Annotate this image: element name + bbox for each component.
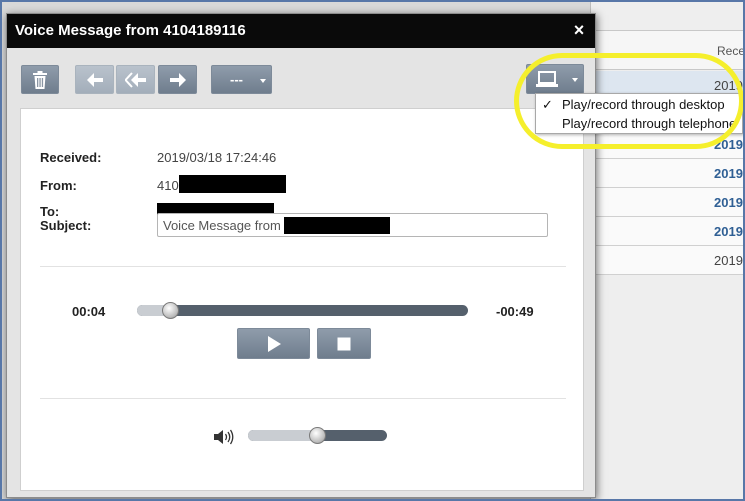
section-divider bbox=[40, 266, 566, 267]
menu-item-play-through-desktop[interactable]: ✓ Play/record through desktop bbox=[536, 95, 742, 114]
section-divider bbox=[40, 398, 566, 399]
more-actions-label: --- bbox=[230, 72, 243, 87]
volume-level-fill bbox=[248, 430, 318, 441]
received-label: Received: bbox=[40, 150, 102, 165]
close-button[interactable]: × bbox=[569, 20, 589, 40]
dialog-titlebar[interactable]: Voice Message from 4104189116 × bbox=[7, 14, 595, 48]
speaker-icon bbox=[214, 429, 234, 445]
message-list-panel: Rece 2019 2019 2019 2019 2019 2019/ bbox=[590, 0, 745, 501]
from-value: 410 bbox=[157, 178, 179, 193]
subject-value: Voice Message from bbox=[163, 218, 281, 233]
menu-item-label: Play/record through desktop bbox=[562, 97, 725, 112]
play-icon bbox=[267, 335, 281, 352]
trash-icon bbox=[33, 70, 47, 89]
list-row-date: 2019 bbox=[714, 78, 743, 93]
to-label: To: bbox=[40, 204, 60, 219]
audio-device-dropdown[interactable] bbox=[526, 64, 584, 94]
more-actions-dropdown[interactable]: --- bbox=[211, 65, 272, 94]
list-row[interactable]: 2019 bbox=[591, 130, 745, 159]
chevron-down-icon bbox=[572, 78, 578, 82]
delete-button[interactable] bbox=[21, 65, 59, 94]
checkmark-icon: ✓ bbox=[542, 97, 553, 112]
received-value: 2019/03/18 17:24:46 bbox=[157, 150, 277, 165]
reply-all-icon bbox=[124, 71, 146, 88]
list-row[interactable]: 2019 bbox=[591, 159, 745, 188]
list-row[interactable]: 2019/ bbox=[591, 246, 745, 275]
list-row-date: 2019 bbox=[714, 166, 743, 181]
audio-device-menu: ✓ Play/record through desktop Play/recor… bbox=[535, 93, 743, 134]
from-label: From: bbox=[40, 178, 77, 193]
received-column-header[interactable]: Rece bbox=[717, 44, 745, 58]
menu-item-play-through-telephone[interactable]: Play/record through telephone bbox=[536, 114, 742, 133]
reply-button[interactable] bbox=[75, 65, 114, 94]
list-row-date: 2019 bbox=[714, 224, 743, 239]
play-button[interactable] bbox=[237, 328, 310, 359]
computer-monitor-icon bbox=[536, 71, 558, 87]
list-row-date: 2019 bbox=[714, 195, 743, 210]
reply-icon bbox=[86, 72, 103, 87]
seek-slider-handle[interactable] bbox=[162, 302, 180, 319]
stop-button[interactable] bbox=[317, 328, 371, 359]
playback-seek-slider[interactable] bbox=[137, 305, 468, 316]
redaction-bar bbox=[284, 217, 390, 234]
subject-label: Subject: bbox=[40, 218, 92, 233]
forward-icon bbox=[169, 72, 186, 87]
remaining-time: -00:49 bbox=[496, 304, 534, 319]
redaction-bar bbox=[179, 175, 286, 193]
chevron-down-icon bbox=[260, 79, 266, 83]
voice-message-dialog: Voice Message from 4104189116 × --- Rece… bbox=[6, 13, 596, 498]
list-row[interactable]: 2019 bbox=[591, 188, 745, 217]
subject-field[interactable]: Voice Message from bbox=[157, 213, 548, 237]
list-header: Rece bbox=[591, 30, 745, 70]
list-row-date: 2019/ bbox=[714, 253, 745, 268]
stop-icon bbox=[337, 337, 351, 350]
elapsed-time: 00:04 bbox=[72, 304, 106, 319]
dialog-title: Voice Message from 4104189116 bbox=[15, 22, 246, 39]
list-row[interactable]: 2019 bbox=[591, 217, 745, 246]
menu-item-label: Play/record through telephone bbox=[562, 116, 737, 131]
list-row-date: 2019 bbox=[714, 137, 743, 152]
forward-button[interactable] bbox=[158, 65, 197, 94]
message-details-panel: Received: 2019/03/18 17:24:46 From: 410 … bbox=[20, 108, 584, 491]
reply-all-button[interactable] bbox=[116, 65, 155, 94]
volume-slider-handle[interactable] bbox=[309, 427, 326, 444]
